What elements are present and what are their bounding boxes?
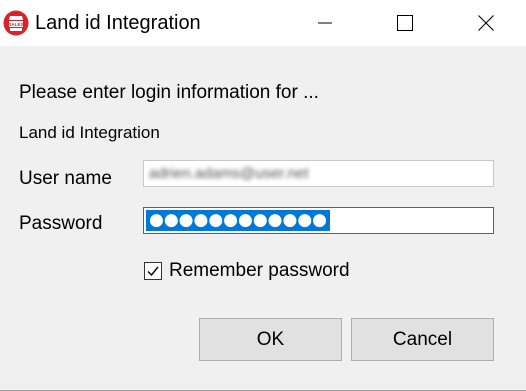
service-name: Land id Integration [19,123,160,142]
remember-password-label: Remember password [169,260,350,281]
remember-password-option[interactable]: Remember password [144,260,350,282]
maximize-button[interactable] [382,0,428,46]
checkmark-icon [147,266,159,277]
close-button[interactable] [463,0,509,46]
minimize-button[interactable] [302,0,348,46]
password-label: Password [19,213,103,234]
close-icon [478,15,494,31]
window-title: Land id Integration [35,12,201,34]
remember-password-checkbox[interactable] [144,262,162,280]
password-value-selected: ●●●●●●●●●●●● [146,210,331,231]
minimize-icon [318,22,332,24]
cancel-button[interactable]: Cancel [351,318,494,361]
svg-text:SALES: SALES [8,22,23,27]
username-field[interactable]: adrien.adams@user.net [143,160,494,187]
login-prompt: Please enter login information for ... [19,82,319,103]
maximize-icon [397,15,413,31]
login-dialog-window: SALES Land id Integration Please enter l… [0,0,526,391]
ok-button[interactable]: OK [199,318,342,361]
username-label: User name [19,168,112,189]
app-icon: SALES [3,10,29,36]
password-field[interactable]: ●●●●●●●●●●●● [143,207,494,234]
title-bar: SALES Land id Integration [0,0,526,46]
username-value: adrien.adams@user.net [149,165,309,182]
